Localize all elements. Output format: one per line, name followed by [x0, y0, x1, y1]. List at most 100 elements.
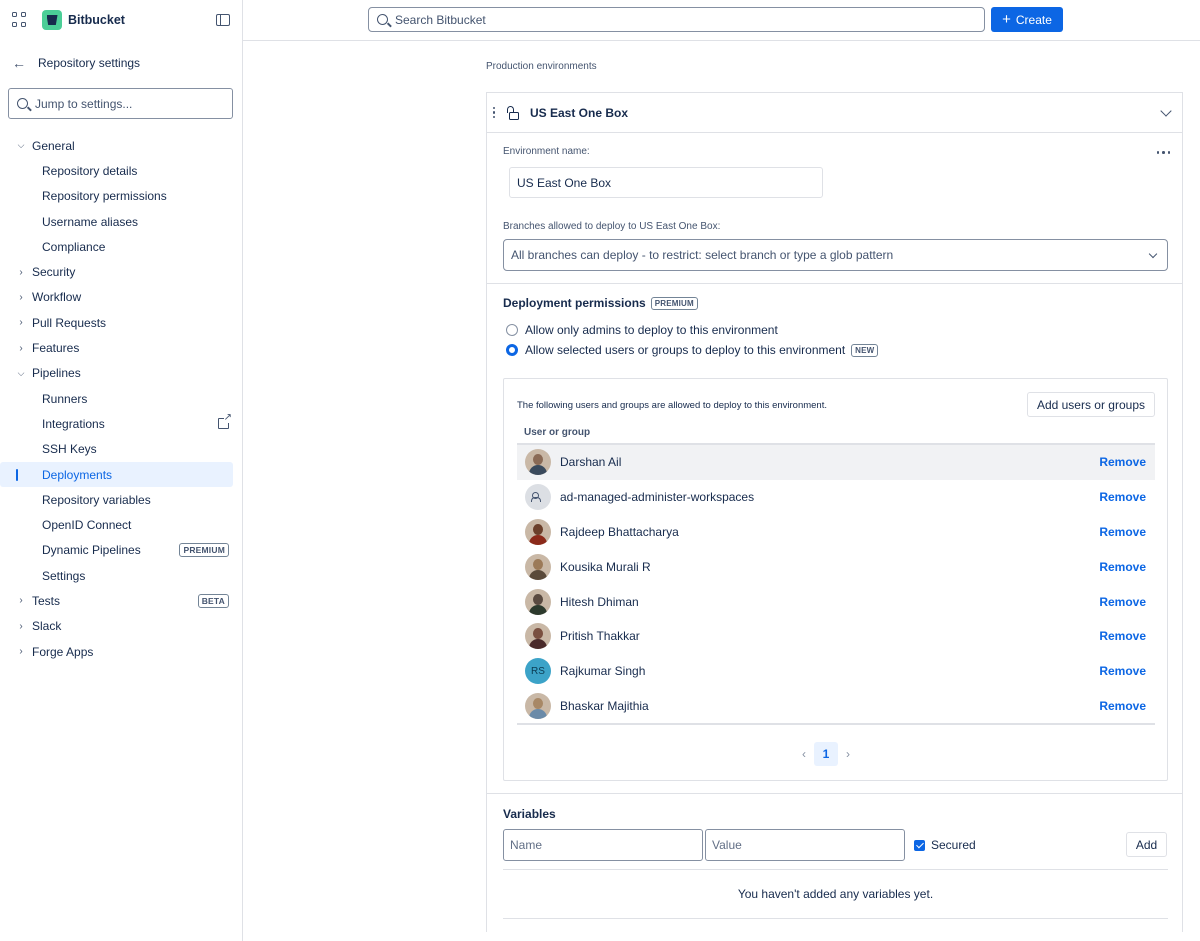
user-name: Hitesh Dhiman	[560, 594, 639, 609]
avatar-head	[533, 454, 543, 466]
jump-to-settings-input[interactable]	[35, 96, 224, 111]
remove-button[interactable]: Remove	[1099, 699, 1146, 713]
chevron-down-icon	[1148, 249, 1158, 258]
sidebar-item-label: Tests	[32, 593, 61, 608]
radio-admins-only[interactable]: Allow only admins to deploy to this envi…	[506, 323, 778, 337]
sidebar-item-integrations[interactable]: Integrations	[0, 411, 242, 436]
app-switcher-icon[interactable]	[12, 12, 28, 28]
jump-to-settings-field[interactable]	[8, 88, 233, 119]
drag-handle-icon[interactable]	[491, 106, 497, 120]
chevron-down-icon[interactable]	[1160, 104, 1172, 117]
divider	[503, 918, 1168, 919]
user-name: ad-managed-administer-workspaces	[560, 490, 755, 505]
top-bar: + Create	[243, 0, 1200, 41]
chevron-right-icon[interactable]: ›	[15, 621, 27, 632]
avatar-head	[533, 628, 543, 640]
chevron-down-icon[interactable]: ⌵	[15, 140, 27, 151]
sidebar-item-repository-variables[interactable]: Repository variables	[0, 487, 242, 512]
radio-admins-only-label: Allow only admins to deploy to this envi…	[525, 323, 778, 337]
sidebar-item-compliance[interactable]: Compliance	[0, 234, 242, 259]
sidebar-item-label: Pipelines	[32, 366, 81, 381]
back-to-repository-settings[interactable]: ← Repository settings	[0, 40, 242, 86]
users-table: Darshan Ail Remove ad-managed-administer-w…	[517, 443, 1155, 726]
variable-value-field[interactable]	[705, 829, 905, 861]
environment-name-input[interactable]	[517, 175, 815, 190]
chevron-right-icon[interactable]: ›	[15, 317, 27, 328]
sidebar-item-openid-connect[interactable]: OpenID Connect	[0, 512, 242, 537]
avatar	[525, 588, 551, 615]
table-row: Darshan Ail Remove	[517, 445, 1155, 480]
sidebar-item-dynamic-pipelines[interactable]: Dynamic Pipelines PREMIUM	[0, 538, 242, 563]
create-button-label: Create	[1015, 12, 1052, 27]
sidebar-item-slack[interactable]: › Slack	[0, 614, 242, 639]
environment-header[interactable]: US East One Box	[487, 93, 1182, 133]
chevron-right-icon[interactable]: ›	[15, 267, 27, 278]
sidebar-item-settings[interactable]: Settings	[0, 563, 242, 588]
chevron-right-icon[interactable]: ›	[15, 292, 27, 303]
variable-name-input[interactable]	[510, 838, 696, 852]
chevron-down-icon[interactable]: ⌵	[15, 368, 27, 379]
remove-button[interactable]: Remove	[1099, 490, 1146, 504]
sidebar-item-security[interactable]: › Security	[0, 259, 242, 284]
global-search[interactable]	[368, 7, 985, 32]
sidebar: Bitbucket ← Repository settings ⌵ General…	[0, 0, 243, 941]
sidebar-item-tests[interactable]: › Tests BETA	[0, 588, 242, 613]
previous-page-icon[interactable]: ‹	[802, 747, 806, 761]
bitbucket-logo-icon[interactable]	[42, 10, 62, 30]
table-row: Hitesh Dhiman Remove	[517, 584, 1155, 619]
unlock-icon[interactable]	[506, 105, 520, 120]
avatar: RS	[525, 658, 551, 685]
sidebar-item-ssh-keys[interactable]: SSH Keys	[0, 437, 242, 462]
avatar-head	[533, 523, 543, 535]
variable-value-input[interactable]	[712, 838, 898, 852]
sidebar-item-forge-apps[interactable]: › Forge Apps	[0, 639, 242, 664]
sidebar-item-repository-permissions[interactable]: Repository permissions	[0, 184, 242, 209]
remove-button[interactable]: Remove	[1099, 525, 1146, 539]
environment-name-field[interactable]	[509, 167, 823, 198]
global-search-input[interactable]	[395, 12, 976, 27]
more-actions-icon[interactable]	[1156, 151, 1170, 154]
app-name[interactable]: Bitbucket	[68, 13, 216, 27]
back-label[interactable]: Repository settings	[38, 56, 140, 70]
sidebar-item-runners[interactable]: Runners	[0, 386, 242, 411]
page-number[interactable]: 1	[814, 742, 838, 766]
radio-button[interactable]	[506, 324, 518, 336]
sidebar-item-workflow[interactable]: › Workflow	[0, 285, 242, 310]
radio-selected-users[interactable]: Allow selected users or groups to deploy…	[506, 343, 879, 357]
branches-select[interactable]: All branches can deploy - to restrict: s…	[503, 239, 1168, 271]
sidebar-item-deployments[interactable]: Deployments	[0, 461, 233, 488]
back-arrow-icon[interactable]: ←	[12, 55, 26, 71]
environment-card: US East One Box Environment name: Branch…	[486, 92, 1183, 932]
checkbox-checked[interactable]	[914, 839, 925, 851]
add-users-or-groups-button[interactable]: Add users or groups	[1026, 392, 1155, 417]
sidebar-item-label: Security	[32, 265, 76, 280]
create-button[interactable]: + Create	[991, 7, 1063, 32]
next-page-icon[interactable]: ›	[846, 747, 850, 761]
collapse-sidebar-icon[interactable]	[216, 14, 230, 26]
sidebar-item-repository-details[interactable]: Repository details	[0, 158, 242, 183]
avatar-torso	[529, 534, 547, 545]
remove-button[interactable]: Remove	[1099, 629, 1146, 643]
sidebar-item-pipelines[interactable]: ⌵ Pipelines	[0, 361, 242, 386]
remove-button[interactable]: Remove	[1099, 664, 1146, 678]
secured-checkbox[interactable]: Secured	[914, 838, 976, 852]
deployment-permissions-title: Deployment permissions PREMIUM	[503, 296, 698, 310]
variable-name-field[interactable]	[503, 829, 703, 861]
variables-title: Variables	[503, 807, 556, 821]
chevron-right-icon[interactable]: ›	[15, 343, 27, 354]
radio-selected-users-label: Allow selected users or groups to deploy…	[525, 343, 846, 357]
chevron-right-icon[interactable]: ›	[15, 646, 27, 657]
remove-button[interactable]: Remove	[1099, 455, 1146, 469]
sidebar-item-features[interactable]: › Features	[0, 335, 242, 360]
sidebar-item-general[interactable]: ⌵ General	[0, 133, 242, 158]
radio-button-checked[interactable]	[506, 344, 518, 356]
divider	[487, 793, 1182, 794]
remove-button[interactable]: Remove	[1099, 560, 1146, 574]
chevron-right-icon[interactable]: ›	[15, 595, 27, 606]
user-name: Kousika Murali R	[560, 559, 651, 574]
avatar-torso	[529, 639, 547, 650]
sidebar-item-pull-requests[interactable]: › Pull Requests	[0, 310, 242, 335]
sidebar-item-username-aliases[interactable]: Username aliases	[0, 209, 242, 234]
add-variable-button[interactable]: Add	[1126, 832, 1167, 857]
remove-button[interactable]: Remove	[1099, 595, 1146, 609]
